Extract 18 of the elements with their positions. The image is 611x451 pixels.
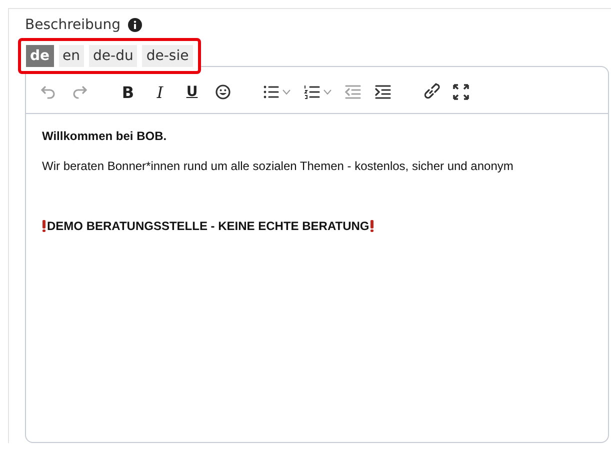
welcome-heading: Willkommen bei BOB. [42,128,168,144]
description-text: Wir beraten Bonner*innen rund um alle sozialen Themen - kostenlos, sicher und anonym [42,158,514,174]
language-tab[interactable]: de-sie [142,45,193,67]
language-tab[interactable]: en [58,45,84,67]
emoji-icon[interactable] [214,82,232,102]
demo-notice: DEMO BERATUNGSSTELLE - KEINE ECHTE BERATUNG [47,218,370,234]
field-label: Beschreibung [25,17,121,33]
language-tab[interactable]: de [26,45,54,67]
indent-icon[interactable] [374,82,392,102]
exclamation-icon [42,220,46,232]
language-tab[interactable]: de-du [89,45,138,67]
italic-button[interactable]: I [150,82,170,102]
info-icon[interactable] [128,18,142,32]
exclamation-icon [370,220,374,232]
bold-button[interactable]: B [118,82,138,102]
fullscreen-icon[interactable] [452,82,470,102]
underline-button[interactable]: U [182,84,202,100]
editor-box[interactable]: B I U Willkommen bei BOB. Wir beraten Bonner*innen rund um alle sozialen Themen - kostenlos, sicher und anonym DEMO BERATUNGSSTELLE - KEINE ECHTE BERATUNG [25,66,609,443]
